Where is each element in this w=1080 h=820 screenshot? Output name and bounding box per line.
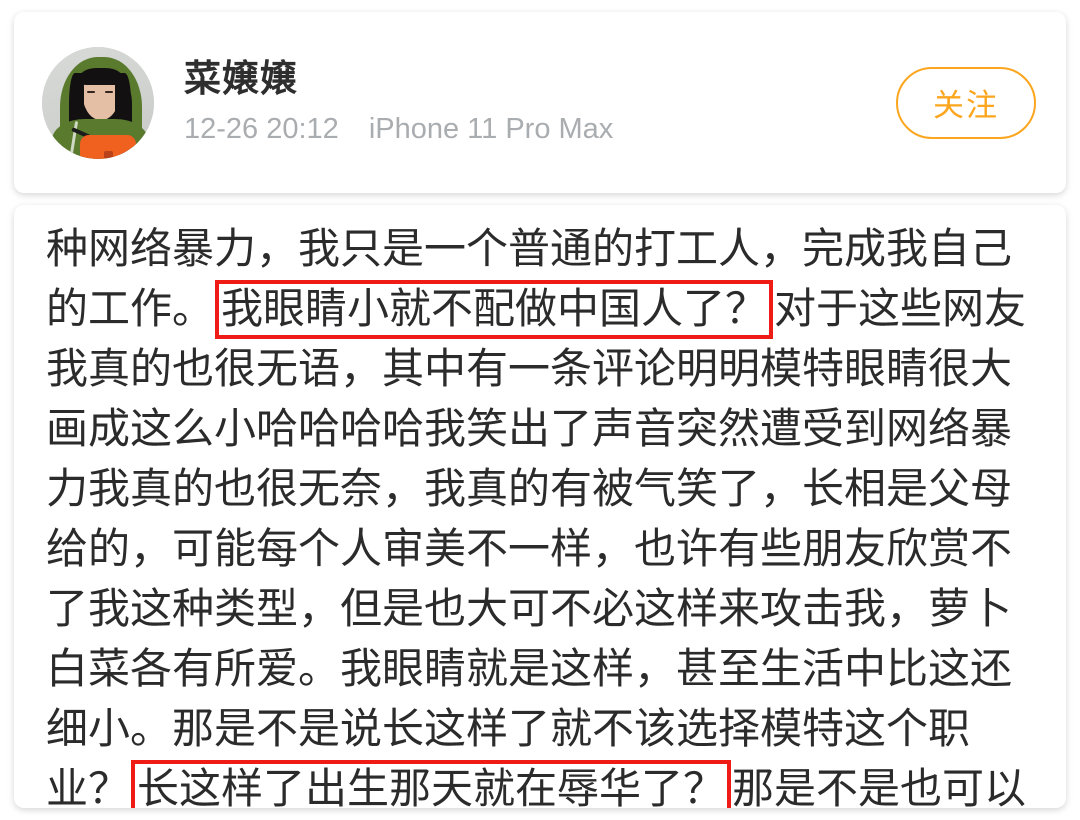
avatar[interactable] <box>42 46 154 159</box>
username[interactable]: 菜嬢嬢 <box>184 58 896 100</box>
post-text: 种网络暴力，我只是一个普通的打工人，完成我自己的工作。 我眼睛小就不配做中国人了？… <box>46 219 1046 808</box>
weibo-post-screenshot: 菜嬢嬢 12-26 20:12 iPhone 11 Pro Max 关注 种网络… <box>0 0 1080 820</box>
follow-button[interactable]: 关注 <box>896 66 1036 139</box>
avatar-bag-tag-shape <box>104 150 113 159</box>
post-body-card: 种网络暴力，我只是一个普通的打工人，完成我自己的工作。 我眼睛小就不配做中国人了？… <box>14 205 1066 808</box>
avatar-eye-right-shape <box>105 90 113 93</box>
header-text-block: 菜嬢嬢 12-26 20:12 iPhone 11 Pro Max <box>184 58 896 147</box>
avatar-eye-left-shape <box>87 90 95 93</box>
highlighted-quote: 长这样了出生那天就在辱华了？ <box>131 760 732 808</box>
post-text-run: 对于这些网友我真的也很无语，其中有一条评论明明模特眼睛很大画成这么小哈哈哈哈我笑… <box>46 285 1027 808</box>
highlighted-quote: 我眼睛小就不配做中国人了？ <box>215 280 774 339</box>
post-header-card: 菜嬢嬢 12-26 20:12 iPhone 11 Pro Max 关注 <box>14 12 1066 193</box>
post-text-run: 那是不是也可以 <box>732 765 1027 808</box>
post-timestamp: 12-26 20:12 <box>184 113 339 146</box>
post-meta-row: 12-26 20:12 iPhone 11 Pro Max <box>184 113 896 146</box>
post-device-source: iPhone 11 Pro Max <box>368 113 614 146</box>
